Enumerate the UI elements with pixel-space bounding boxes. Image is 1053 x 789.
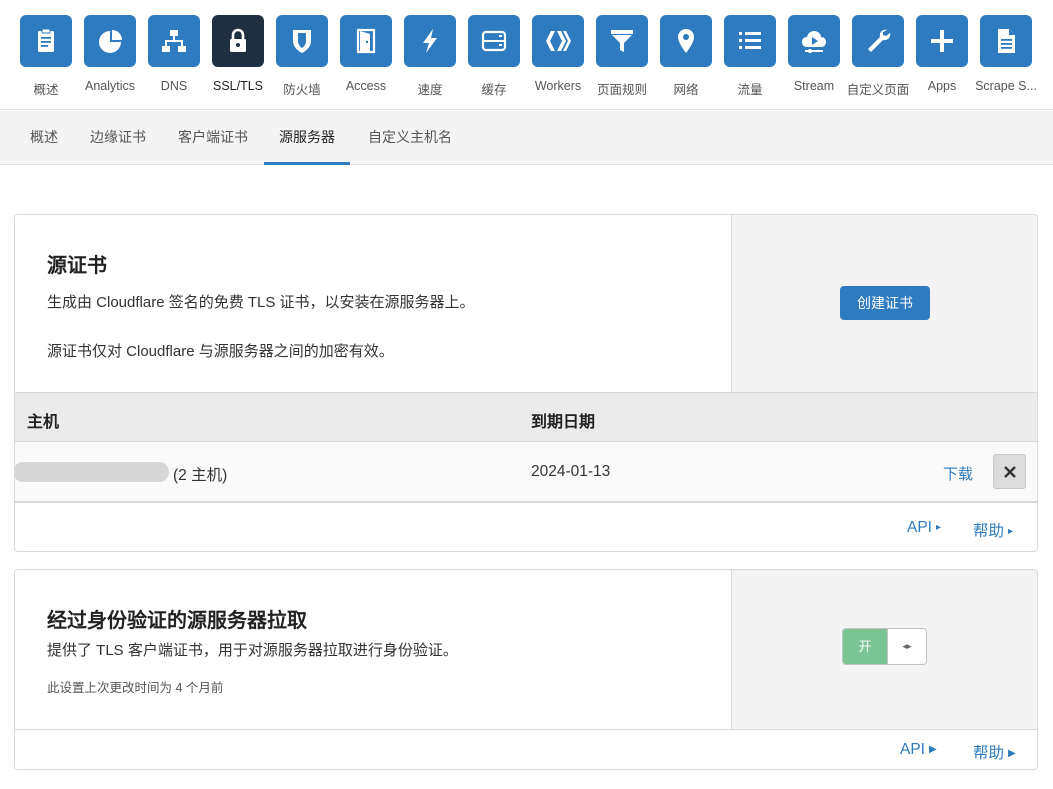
caret-right-icon: ▸ bbox=[935, 522, 942, 533]
shield-icon bbox=[276, 15, 328, 67]
download-link[interactable]: 下载 bbox=[943, 463, 973, 484]
app-label: 速度 bbox=[417, 83, 443, 97]
last-changed-text: 此设置上次更改时间为 4 个月前 bbox=[47, 681, 224, 695]
card-description: 生成由 Cloudflare 签名的免费 TLS 证书，以安装在源服务器上。 bbox=[47, 294, 475, 311]
app-label: Workers bbox=[534, 79, 582, 93]
app-label: DNS bbox=[160, 79, 188, 93]
tab-edge-certificates[interactable]: 边缘证书 bbox=[75, 111, 161, 165]
tab-overview[interactable]: 概述 bbox=[15, 111, 73, 165]
app-label: 概述 bbox=[33, 83, 59, 97]
app-label: Apps bbox=[927, 79, 957, 93]
card-description: 提供了 TLS 客户端证书，用于对源服务器拉取进行身份验证。 bbox=[47, 642, 458, 659]
location-pin-icon bbox=[660, 15, 712, 67]
plus-icon bbox=[916, 15, 968, 67]
app-network[interactable]: 网络 bbox=[654, 15, 718, 98]
caret-right-icon: ▸ bbox=[1008, 526, 1014, 537]
app-label: Access bbox=[345, 79, 387, 93]
app-label: SSL/TLS bbox=[212, 79, 264, 93]
table-row: (2 主机) 2024-01-13 下载 bbox=[15, 442, 1037, 503]
app-overview[interactable]: 概述 bbox=[14, 15, 78, 98]
door-icon bbox=[340, 15, 392, 67]
authenticated-origin-pulls-card: 开 ◂▸ 经过身份验证的源服务器拉取 提供了 TLS 客户端证书，用于对源服务器… bbox=[14, 569, 1038, 770]
app-label: 流量 bbox=[737, 83, 763, 97]
app-access[interactable]: Access bbox=[334, 15, 398, 93]
app-firewall[interactable]: 防火墙 bbox=[270, 15, 334, 98]
tab-client-certificates[interactable]: 客户端证书 bbox=[163, 111, 263, 165]
app-apps[interactable]: Apps bbox=[910, 15, 974, 93]
app-speed[interactable]: 速度 bbox=[398, 15, 462, 98]
tab-custom-hostnames[interactable]: 自定义主机名 bbox=[353, 111, 467, 165]
api-link[interactable]: API ▶ bbox=[900, 741, 937, 759]
app-caching[interactable]: 缓存 bbox=[462, 15, 526, 98]
filter-icon bbox=[596, 15, 648, 67]
close-icon bbox=[1003, 465, 1016, 478]
app-label: 网络 bbox=[673, 83, 699, 97]
network-icon bbox=[148, 15, 200, 67]
help-link[interactable]: 帮助 ▸ bbox=[973, 519, 1013, 541]
delete-button[interactable] bbox=[993, 454, 1026, 489]
server-icon bbox=[468, 15, 520, 67]
sub-tab-bar: 概述 边缘证书 客户端证书 源服务器 自定义主机名 bbox=[0, 111, 1053, 165]
app-label: 防火墙 bbox=[283, 83, 321, 97]
redacted-hostname bbox=[15, 462, 169, 482]
app-traffic[interactable]: 流量 bbox=[718, 15, 782, 98]
caret-right-icon: ▶ bbox=[928, 744, 937, 755]
app-workers[interactable]: Workers bbox=[526, 15, 590, 93]
app-scrape-shield[interactable]: Scrape S... bbox=[974, 15, 1038, 93]
app-analytics[interactable]: Analytics bbox=[78, 15, 142, 93]
card-footer: API ▶ 帮助 ▶ bbox=[15, 727, 1037, 769]
card-title: 经过身份验证的源服务器拉取 bbox=[47, 610, 307, 632]
app-dns[interactable]: DNS bbox=[142, 15, 206, 93]
app-stream[interactable]: Stream bbox=[782, 15, 846, 93]
clipboard-icon bbox=[20, 15, 72, 67]
app-label: Scrape S... bbox=[975, 79, 1037, 93]
app-label: 自定义页面 bbox=[846, 83, 910, 97]
app-label: Analytics bbox=[84, 79, 136, 93]
workers-icon bbox=[532, 15, 584, 67]
host-count: (2 主机) bbox=[173, 467, 228, 484]
app-custom-pages[interactable]: 自定义页面 bbox=[846, 15, 910, 98]
card-description-note: 源证书仅对 Cloudflare 与源服务器之间的加密有效。 bbox=[47, 343, 394, 360]
card-footer: API ▸ 帮助 ▸ bbox=[15, 505, 1037, 551]
card-action-panel: 开 ◂▸ bbox=[731, 570, 1037, 729]
help-link[interactable]: 帮助 ▶ bbox=[973, 741, 1016, 763]
tab-origin-server[interactable]: 源服务器 bbox=[264, 111, 350, 165]
toggle-handle-icon: ◂▸ bbox=[887, 629, 926, 664]
lock-icon bbox=[212, 15, 264, 67]
toggle-on-label: 开 bbox=[843, 629, 887, 664]
card-title: 源证书 bbox=[47, 255, 107, 277]
app-label: 页面规则 bbox=[596, 83, 647, 97]
column-header-expiry: 到期日期 bbox=[531, 414, 596, 431]
app-page-rules[interactable]: 页面规则 bbox=[590, 15, 654, 98]
wrench-icon bbox=[852, 15, 904, 67]
app-label: Stream bbox=[793, 79, 835, 93]
caret-right-icon: ▶ bbox=[1008, 748, 1016, 759]
cloud-play-icon bbox=[788, 15, 840, 67]
list-icon bbox=[724, 15, 776, 67]
column-header-host: 主机 bbox=[27, 414, 60, 431]
help-link-label: 帮助 bbox=[973, 523, 1005, 540]
origin-certificates-card: 创建证书 源证书 生成由 Cloudflare 签名的免费 TLS 证书，以安装… bbox=[14, 214, 1038, 552]
app-ssl-tls[interactable]: SSL/TLS bbox=[206, 15, 270, 93]
expiry-date: 2024-01-13 bbox=[531, 463, 611, 480]
create-certificate-button[interactable]: 创建证书 bbox=[840, 286, 930, 320]
app-label: 缓存 bbox=[481, 83, 507, 97]
document-icon bbox=[980, 15, 1032, 67]
api-link[interactable]: API ▸ bbox=[907, 519, 941, 537]
origin-pull-toggle[interactable]: 开 ◂▸ bbox=[842, 628, 927, 665]
pie-chart-icon bbox=[84, 15, 136, 67]
table-header: 主机 到期日期 bbox=[15, 392, 1037, 442]
api-link-label: API bbox=[900, 741, 925, 758]
app-bar: 概述 Analytics DNS SSL/TLS 防火墙 Access 速度 缓… bbox=[0, 0, 1053, 110]
lightning-icon bbox=[404, 15, 456, 67]
api-link-label: API bbox=[907, 519, 932, 536]
card-action-panel: 创建证书 bbox=[731, 215, 1037, 392]
help-link-label: 帮助 bbox=[973, 745, 1005, 762]
